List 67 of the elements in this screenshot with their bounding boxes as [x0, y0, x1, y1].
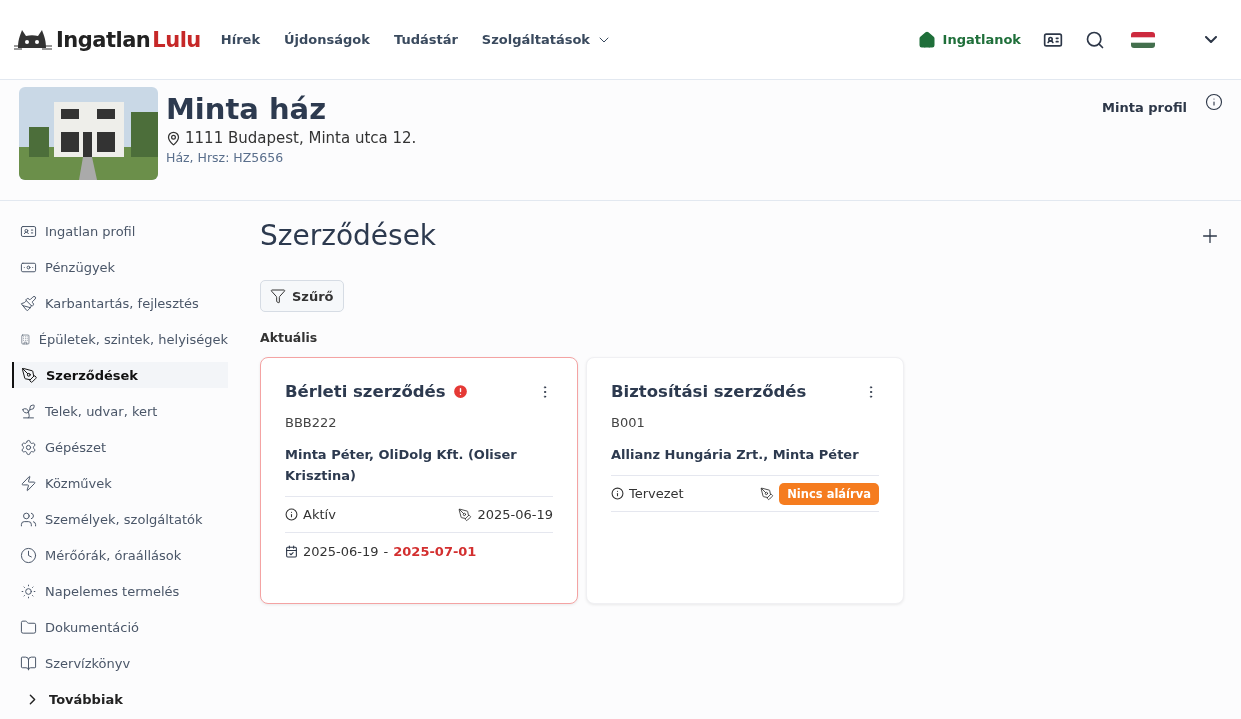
chevron-down-button[interactable] — [1205, 36, 1217, 43]
start-date: 2025-06-19 — [303, 543, 379, 559]
lightning-icon — [20, 474, 37, 492]
sidebar-item[interactable]: Pénzügyek — [12, 249, 228, 285]
sidebar-item[interactable]: Szerződések — [12, 362, 228, 388]
house-icon — [917, 30, 936, 49]
sidebar-item[interactable]: Szervízkönyv — [12, 645, 228, 681]
nav-link[interactable]: Szolgáltatások — [481, 31, 612, 48]
filter-button[interactable]: Szűrő — [260, 280, 344, 312]
logo-text: Ingatlan — [56, 27, 151, 52]
pen-nib-icon — [760, 486, 775, 501]
sidebar-item[interactable]: Gépészet — [12, 429, 228, 465]
pen-nib-icon — [21, 366, 38, 384]
section-heading: Aktuális — [260, 330, 319, 345]
calendar-icon — [285, 544, 298, 558]
date-separator: - — [383, 543, 389, 559]
contract-status: Tervezet — [629, 486, 684, 501]
search-button[interactable] — [1085, 29, 1105, 50]
page-title: Szerződések — [260, 219, 437, 252]
sprout-icon — [20, 402, 37, 420]
alert-icon — [451, 383, 469, 400]
folder-icon — [20, 618, 37, 636]
location-pin-icon — [166, 130, 181, 146]
contract-status: Aktív — [303, 507, 336, 522]
filter-icon — [270, 288, 286, 304]
sidebar-item[interactable]: Épületek, szintek, helyiségek — [12, 321, 228, 357]
nav-link[interactable]: Tudástár — [393, 32, 458, 47]
pen-nib-icon — [458, 507, 473, 522]
sidebar-item[interactable]: Dokumentáció — [12, 609, 228, 645]
sidebar-item[interactable]: Mérőórák, óraállások — [12, 537, 228, 573]
nav-link[interactable]: Hírek — [220, 32, 261, 47]
more-link[interactable]: Továbbiak — [12, 681, 228, 717]
clock-icon — [20, 546, 37, 564]
profile-name: Minta profil — [1102, 100, 1187, 115]
search-icon — [1085, 29, 1105, 50]
sidebar-item[interactable]: Személyek, szolgáltatók — [12, 501, 228, 537]
sun-icon — [20, 582, 37, 600]
chevron-down-icon — [1205, 36, 1217, 43]
info-icon — [285, 508, 298, 521]
end-date: 2025-07-01 — [393, 543, 477, 559]
properties-link[interactable]: Ingatlanok — [917, 30, 1021, 49]
property-name: Minta ház — [166, 91, 328, 127]
unsigned-badge: Nincs aláírva — [779, 482, 879, 505]
nav-link[interactable]: Újdonságok — [284, 32, 370, 47]
sidebar-item[interactable]: Ingatlan profil — [12, 213, 228, 249]
property-address: 1111 Budapest, Minta utca 12. — [185, 129, 417, 147]
settings-icon — [20, 438, 37, 456]
sidebar-item[interactable]: Napelemes termelés — [12, 573, 228, 609]
logo-text: Lulu — [152, 27, 201, 52]
contract-code: B001 — [611, 415, 646, 430]
contract-title: Biztosítási szerződés — [611, 382, 807, 401]
info-icon — [611, 487, 624, 500]
info-icon — [1205, 93, 1223, 111]
book-icon — [20, 654, 37, 672]
signed-date: 2025-06-19 — [477, 507, 553, 522]
contract-parties: Allianz Hungária Zrt., Minta Péter — [611, 444, 879, 476]
property-details: Ház, Hrsz: HZ5656 — [166, 150, 285, 165]
contract-parties: Minta Péter, OliDolg Kft. (Oliser Krisztina) — [285, 444, 553, 497]
people-icon — [20, 510, 37, 528]
sidebar-item[interactable]: Karbantartás, fejlesztés — [12, 285, 228, 321]
flag-icon[interactable] — [1131, 31, 1155, 48]
contract-code: BBB222 — [285, 415, 338, 430]
info-button[interactable] — [1205, 93, 1223, 111]
contract-title: Bérleti szerződés — [285, 382, 446, 401]
paintbrush-icon — [20, 294, 37, 312]
sidebar-item[interactable]: Telek, udvar, kert — [12, 393, 228, 429]
sidebar-item[interactable]: Közművek — [12, 465, 228, 501]
